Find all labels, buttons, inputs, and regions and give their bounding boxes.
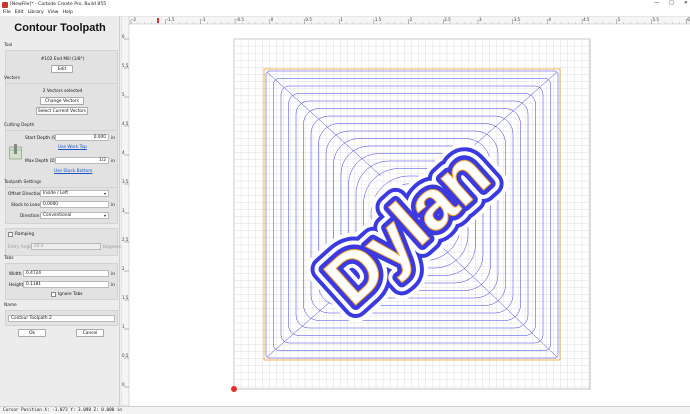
settings-box: Offset Direction Inside / Left ▾ Stock t… (5, 187, 118, 224)
maximize-button[interactable]: □ (669, 0, 674, 6)
origin-marker (231, 386, 237, 392)
ruler-label: 2.5 (122, 237, 129, 242)
ruler-label: 0 (271, 17, 274, 22)
canvas-svg[interactable]: -2 -1.5 -1 -0.5 0 0.5 1 1.5 2 2.5 3 3.5 4 4.5 5 5.5 665.… (120, 15, 690, 407)
status-bar: Cursor Position X: -1.073 Y: 3.098 Z: 0.… (0, 406, 690, 414)
ruler-label: 4 (548, 17, 551, 22)
ruler-cursor-marker (157, 18, 159, 23)
chevron-down-icon: ▾ (103, 191, 106, 196)
ruler-label: 5.5 (122, 63, 129, 68)
ramping-checkbox[interactable] (8, 232, 13, 237)
change-vectors-button[interactable]: Change Vectors (40, 97, 84, 105)
ruler-label: 3.5 (122, 179, 129, 184)
max-depth-unit: in (111, 159, 115, 164)
tabs-box: Width 0.4724 in Height 0.1181 in Ignore … (5, 263, 118, 300)
ok-button[interactable]: Ok (18, 329, 46, 337)
design-canvas[interactable]: -2 -1.5 -1 -0.5 0 0.5 1 1.5 2 2.5 3 3.5 4 4.5 5 5.5 6 6 5.… (120, 15, 690, 407)
offset-direction-value: Inside / Left (43, 191, 69, 196)
cursor-position: Cursor Position X: -1.073 Y: 3.098 Z: 0.… (3, 408, 122, 413)
start-depth-label: Start Depth (S) (25, 136, 58, 141)
toolpath-panel: Contour Toolpath Tool #102 End Mill (1/8… (0, 16, 121, 406)
ignore-tabs-label: Ignore Tabs (58, 292, 83, 297)
ignore-tabs-checkbox[interactable] (51, 292, 56, 297)
entry-angle-unit: Degrees (103, 245, 121, 250)
stock-to-leave-field[interactable]: 0.0000 (40, 201, 109, 208)
direction-label: Direction (20, 214, 40, 219)
name-section-label: Name (4, 303, 17, 308)
vectors-status: 2 Vectors selected (42, 89, 83, 94)
ruler-label: 2.5 (444, 17, 451, 22)
minimize-button[interactable]: — (654, 0, 659, 6)
settings-section-label: Toolpath Settings (4, 180, 42, 185)
stock-to-leave-label: Stock to Leave (11, 203, 43, 208)
ruler-label: -2 (132, 17, 136, 22)
ruler-label: 2 (410, 17, 413, 22)
menu-library[interactable]: Library (28, 10, 44, 15)
tab-width-unit: in (111, 272, 115, 277)
tabs-section-label: Tabs (4, 256, 14, 261)
ruler-label: 4.5 (583, 17, 590, 22)
menu-bar: File Edit Library View Help (0, 9, 690, 16)
max-depth-label: Max Depth (D) (25, 159, 57, 164)
offset-direction-label: Offset Direction (8, 192, 42, 197)
tool-section-label: Tool (4, 43, 13, 48)
ruler-label: 5.5 (653, 17, 660, 22)
menu-help[interactable]: Help (63, 10, 73, 15)
select-current-vectors-button[interactable]: Select Current Vectors (36, 107, 88, 115)
stock-to-leave-unit: in (111, 203, 115, 208)
toolpath-name-field[interactable]: Contour Toolpath 2 (8, 315, 115, 322)
ruler-label: 5 (618, 17, 621, 22)
use-stock-bottom-link[interactable]: Use Stock Bottom (54, 169, 92, 174)
title-bar: [NewFile]* - Carbide Create Pro, Build 8… (0, 0, 690, 9)
depth-section-label: Cutting Depth (4, 123, 35, 128)
edit-tool-button[interactable]: Edit (51, 65, 73, 73)
direction-value: Conventional (43, 213, 72, 218)
tab-height-unit: in (111, 283, 115, 288)
menu-edit[interactable]: Edit (15, 10, 24, 15)
tab-width-label: Width (9, 272, 22, 277)
offset-direction-select[interactable]: Inside / Left ▾ (40, 190, 109, 197)
ruler-label: 0.5 (306, 17, 313, 22)
entry-angle-field[interactable]: 20.0 (31, 243, 101, 250)
depth-diagram-icon (9, 144, 22, 160)
ruler-label: 3.5 (514, 17, 521, 22)
max-depth-field[interactable]: 1/2 (55, 157, 109, 164)
tab-height-field[interactable]: 0.1181 (23, 281, 109, 288)
ruler-label: -0.5 (236, 17, 244, 22)
panel-heading: Contour Toolpath (14, 22, 106, 34)
entry-angle-label: Entry Angle (8, 245, 34, 250)
vectors-section-label: Vectors (4, 76, 20, 81)
top-ruler (120, 15, 690, 25)
cancel-button[interactable]: Cancel (76, 329, 104, 337)
use-work-top-link[interactable]: Use Work Top (58, 145, 87, 150)
direction-select[interactable]: Conventional ▾ (40, 212, 109, 219)
start-depth-field[interactable]: 0.000 (55, 134, 109, 141)
ruler-label: -1.5 (167, 17, 175, 22)
window-title: [NewFile]* - Carbide Create Pro, Build 8… (10, 2, 107, 7)
app-icon (2, 1, 8, 8)
ruler-label: -1 (201, 17, 205, 22)
ruler-label: 0.5 (122, 353, 129, 358)
ruler-label: 1.5 (375, 17, 382, 22)
ramping-box: Ramping Entry Angle 20.0 Degrees (5, 228, 121, 256)
ramping-label: Ramping (15, 232, 35, 237)
menu-view[interactable]: View (48, 10, 59, 15)
ruler-label: 1.5 (122, 295, 129, 300)
close-button[interactable]: ✕ (684, 0, 688, 6)
name-box: Contour Toolpath 2 (5, 310, 118, 326)
tool-name: #102 End Mill (1/8") (40, 57, 85, 62)
menu-file[interactable]: File (3, 10, 11, 15)
window-controls: — □ ✕ (654, 0, 688, 6)
ruler-label: 4.5 (122, 121, 129, 126)
start-depth-unit: in (111, 136, 115, 141)
tab-width-field[interactable]: 0.4724 (23, 270, 109, 277)
chevron-down-icon: ▾ (103, 213, 106, 218)
tab-height-label: Height (9, 283, 24, 288)
